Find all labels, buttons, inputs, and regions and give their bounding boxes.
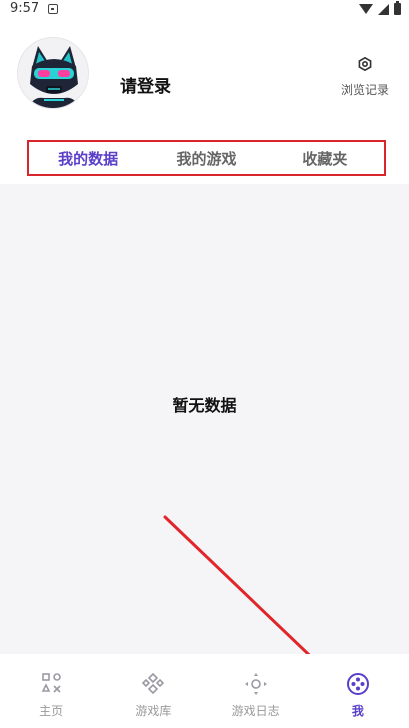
notification-icon [48, 4, 58, 14]
nav-me-label: 我 [351, 704, 364, 718]
tab-my-data[interactable]: 我的数据 [29, 148, 147, 169]
signal-icon [378, 3, 389, 15]
browse-history-button[interactable]: 浏览记录 [335, 56, 395, 98]
nav-game-log[interactable]: 游戏日志 [205, 654, 307, 728]
status-bar: 9:57 [0, 0, 409, 22]
status-icons [359, 1, 401, 15]
avatar[interactable] [17, 37, 89, 109]
history-icon [358, 56, 372, 72]
profile-tabs: 我的数据 我的游戏 收藏夹 [27, 140, 386, 176]
bottom-navigation: 主页 游戏库 游戏日志 我 [0, 654, 409, 728]
nav-game-library[interactable]: 游戏库 [102, 654, 204, 728]
tab-my-games[interactable]: 我的游戏 [147, 148, 265, 169]
dpad-icon [244, 673, 267, 695]
battery-icon [394, 1, 401, 15]
profile-header: 请登录 浏览记录 [0, 22, 409, 134]
empty-state-text: 暂无数据 [172, 396, 237, 415]
nav-me[interactable]: 我 [307, 654, 409, 728]
browse-history-label: 浏览记录 [340, 83, 389, 97]
tab-favorites[interactable]: 收藏夹 [266, 148, 384, 169]
gamepad-icon [142, 672, 165, 695]
login-prompt[interactable]: 请登录 [120, 72, 171, 97]
content-area: 暂无数据 [0, 184, 409, 654]
wifi-icon [359, 4, 373, 14]
robot-cat-avatar-icon [18, 38, 88, 108]
nav-home-label: 主页 [39, 704, 64, 718]
home-icon [41, 673, 61, 693]
nav-game-log-label: 游戏日志 [231, 704, 280, 718]
nav-home[interactable]: 主页 [0, 654, 102, 728]
status-time: 9:57 [10, 1, 40, 16]
nav-game-library-label: 游戏库 [135, 704, 172, 718]
profile-icon [346, 673, 369, 695]
